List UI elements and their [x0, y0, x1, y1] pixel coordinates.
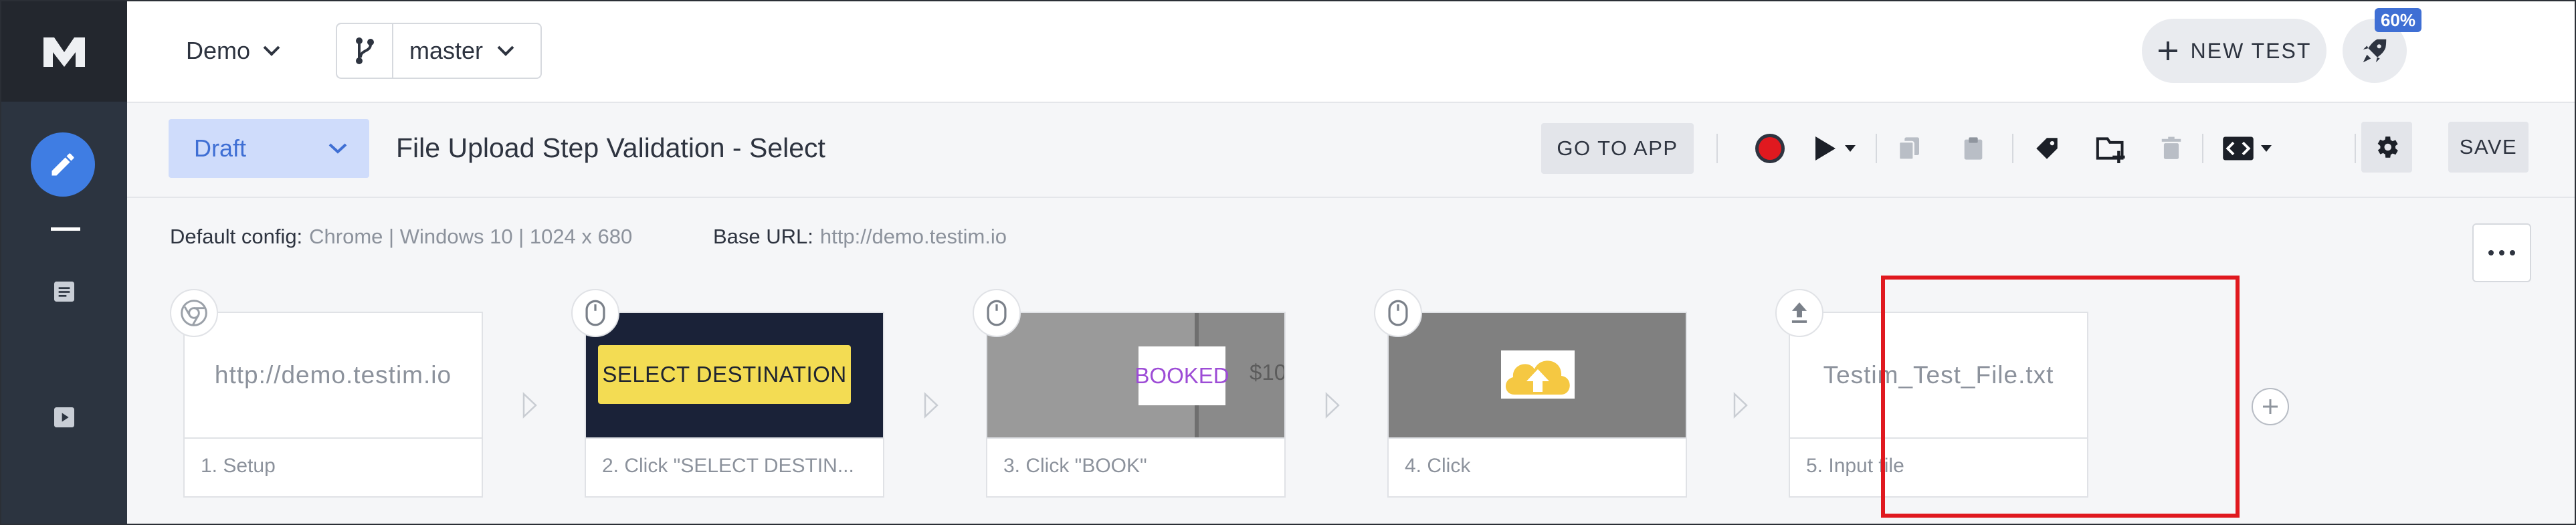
default-config-label: Default config:	[170, 225, 303, 248]
test-canvas: Default config: Chrome | Windows 10 | 102…	[127, 198, 2575, 524]
sidebar	[1, 1, 127, 524]
step-card-click-select-destination[interactable]: SELECT DESTINATION 2. Click "SELECT DEST…	[585, 312, 884, 498]
toolbar-divider	[1716, 134, 1718, 163]
chevron-down-icon	[497, 45, 514, 56]
app-window: Demo master NEW TEST 60% H Draft File Up…	[0, 0, 2576, 525]
testim-logo[interactable]	[1, 1, 127, 102]
logo-mark-icon	[43, 37, 85, 67]
toolbar-divider	[2355, 134, 2356, 163]
base-url[interactable]: Base URL: http://demo.testim.io	[713, 225, 1007, 249]
step-arrow-icon	[1733, 392, 1748, 419]
step-card-click[interactable]: 4. Click	[1387, 312, 1687, 498]
save-button[interactable]: SAVE	[2448, 122, 2529, 173]
go-to-app-button[interactable]: GO TO APP	[1541, 123, 1694, 174]
toolbar-divider	[2202, 134, 2203, 163]
chrome-icon	[170, 289, 218, 337]
upload-icon	[1775, 289, 1823, 337]
default-config[interactable]: Default config: Chrome | Windows 10 | 102…	[170, 225, 632, 249]
step-arrow-icon	[522, 392, 537, 419]
step-thumbnail: BOOKED $10	[987, 313, 1284, 437]
cloud-upload-icon	[1501, 350, 1575, 399]
highlighted-step-outline	[1881, 276, 2240, 518]
new-test-button[interactable]: NEW TEST	[2142, 19, 2326, 83]
base-url-label: Base URL:	[713, 225, 813, 248]
play-options-caret-icon[interactable]	[1837, 127, 1864, 170]
new-test-label: NEW TEST	[2190, 38, 2312, 63]
record-icon[interactable]	[1749, 127, 1791, 170]
toolbar-divider	[1876, 134, 1877, 163]
step-label: 2. Click "SELECT DESTIN...	[602, 455, 854, 477]
step-thumbnail	[1389, 313, 1686, 437]
step-divider	[185, 437, 482, 439]
step-divider	[1389, 437, 1686, 439]
mouse-icon	[571, 289, 619, 337]
more-options-icon[interactable]	[2472, 223, 2531, 282]
setup-url: http://demo.testim.io	[214, 361, 452, 389]
price-preview: $10	[1250, 360, 1284, 385]
step-divider	[987, 437, 1284, 439]
add-step-plus-icon[interactable]	[2252, 388, 2289, 425]
step-card-setup[interactable]: http://demo.testim.io 1. Setup	[183, 312, 483, 498]
default-config-value: Chrome | Windows 10 | 1024 x 680	[309, 225, 633, 248]
chevron-down-icon	[263, 45, 280, 56]
delete-icon[interactable]	[2150, 127, 2193, 170]
status-dropdown[interactable]: Draft	[169, 119, 369, 178]
step-card-click-book[interactable]: BOOKED $10 3. Click "BOOK"	[986, 312, 1286, 498]
mouse-icon	[973, 289, 1021, 337]
folder-add-icon[interactable]	[2090, 127, 2133, 170]
mouse-icon	[1374, 289, 1422, 337]
paste-icon[interactable]	[1952, 127, 1995, 170]
step-label: 3. Click "BOOK"	[1003, 455, 1147, 477]
step-divider	[586, 437, 883, 439]
branch-name: master	[409, 37, 484, 64]
plus-icon	[2158, 41, 2177, 60]
step-arrow-icon	[1325, 392, 1340, 419]
branch-selector[interactable]: master	[336, 23, 542, 79]
document-list-icon[interactable]	[44, 272, 84, 312]
edit-icon[interactable]	[31, 132, 95, 197]
active-indicator	[51, 227, 80, 231]
booked-preview: BOOKED	[1134, 346, 1229, 405]
project-name: Demo	[186, 37, 251, 64]
settings-gear-icon[interactable]	[2361, 122, 2412, 173]
step-label: 4. Click	[1405, 455, 1471, 477]
step-thumbnail: SELECT DESTINATION	[586, 313, 883, 437]
copy-icon[interactable]	[1888, 127, 1930, 170]
code-options-caret-icon[interactable]	[2253, 127, 2280, 170]
test-toolbar: Draft File Upload Step Validation - Sele…	[127, 103, 2575, 198]
play-box-icon[interactable]	[44, 397, 84, 437]
git-branch-icon	[337, 24, 393, 78]
select-destination-preview: SELECT DESTINATION	[598, 345, 851, 404]
top-bar: Demo master NEW TEST 60% H	[127, 1, 2575, 103]
chevron-down-icon	[328, 143, 347, 154]
step-arrow-icon	[924, 392, 938, 419]
test-title[interactable]: File Upload Step Validation - Select	[396, 132, 825, 164]
tag-icon[interactable]	[2025, 127, 2068, 170]
step-label: 1. Setup	[201, 455, 276, 477]
base-url-value: http://demo.testim.io	[819, 225, 1007, 248]
toolbar-divider	[2012, 134, 2013, 163]
status-label: Draft	[194, 134, 247, 162]
step-thumbnail: http://demo.testim.io	[185, 313, 482, 437]
project-selector[interactable]: Demo	[186, 31, 281, 71]
usage-badge: 60%	[2375, 8, 2421, 32]
